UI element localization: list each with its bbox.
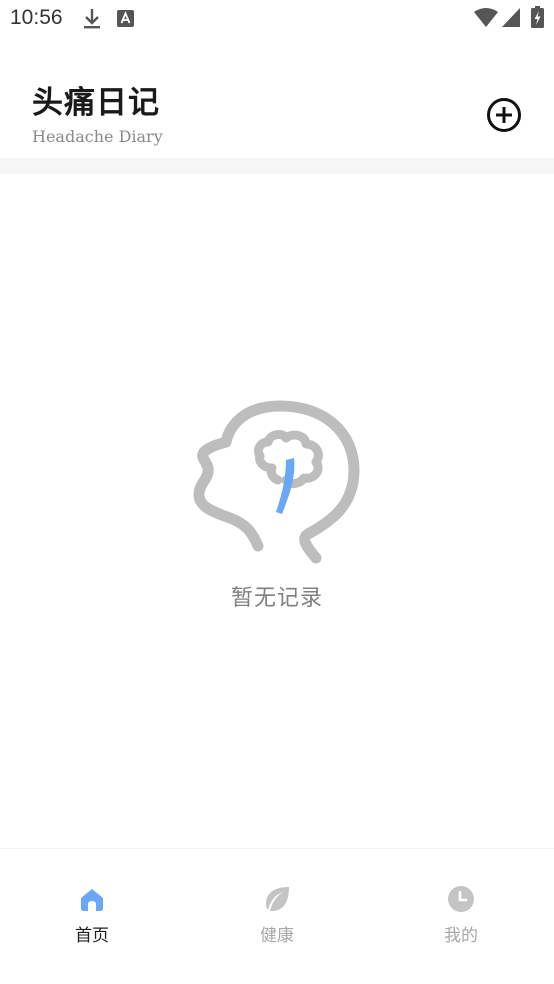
nav-item-health[interactable]: 健康 bbox=[217, 885, 337, 949]
empty-state-text: 暂无记录 bbox=[230, 586, 323, 611]
plus-circle-icon bbox=[487, 98, 521, 132]
leaf-icon bbox=[266, 887, 289, 912]
add-record-button[interactable] bbox=[486, 97, 522, 133]
app-subtitle: Headache Diary bbox=[32, 127, 163, 146]
nav-item-home[interactable]: 首页 bbox=[32, 885, 152, 949]
nav-item-mine[interactable]: 我的 bbox=[401, 885, 521, 949]
text-a-icon bbox=[117, 10, 134, 31]
empty-state: 暂无记录 bbox=[0, 390, 554, 620]
nav-label-home: 首页 bbox=[75, 926, 109, 946]
clock-icon bbox=[448, 886, 474, 912]
screen: 10:56 头痛日记 Headache Diary 暂无记录 首页 健康 我的 bbox=[0, 0, 554, 984]
nav-label-health: 健康 bbox=[260, 926, 294, 946]
download-icon bbox=[82, 7, 102, 35]
bottom-navigation: 首页 健康 我的 bbox=[0, 848, 554, 984]
status-time: 10:56 bbox=[10, 6, 63, 29]
wifi-icon bbox=[474, 8, 498, 32]
header-divider bbox=[0, 158, 554, 174]
status-bar: 10:56 bbox=[0, 0, 554, 38]
signal-icon bbox=[502, 8, 520, 32]
head-brain-icon bbox=[190, 394, 364, 568]
app-header: 头痛日记 Headache Diary bbox=[0, 62, 554, 158]
app-title: 头痛日记 bbox=[32, 85, 160, 121]
nav-label-mine: 我的 bbox=[444, 926, 478, 946]
home-icon bbox=[81, 889, 103, 911]
battery-charging-icon bbox=[531, 6, 544, 32]
